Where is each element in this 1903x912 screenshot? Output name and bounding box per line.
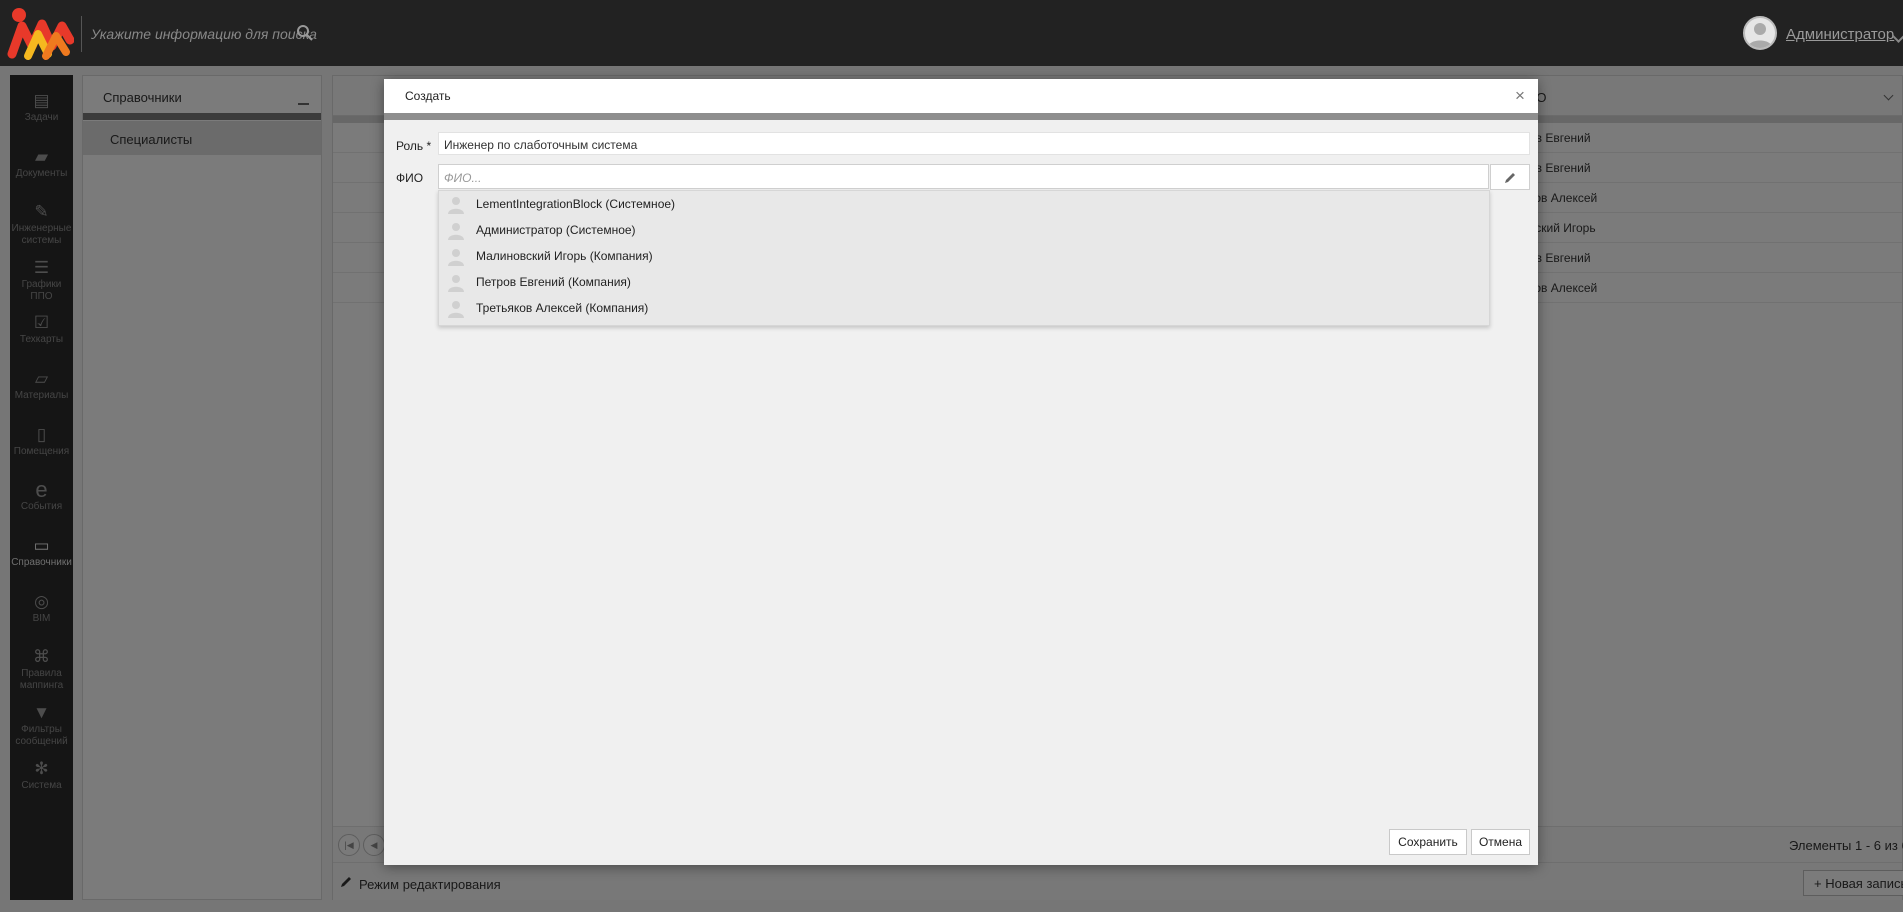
dialog-title: Создать (405, 89, 451, 103)
role-field[interactable]: Инженер по слаботочным система (438, 132, 1530, 155)
fio-dropdown: LementIntegrationBlock (Системное) Админ… (438, 190, 1490, 326)
user-silhouette-icon (1748, 23, 1772, 48)
top-bar: Укажите информацию для поиска Администра… (0, 0, 1903, 66)
fio-option-label: Третьяков Алексей (Компания) (476, 301, 649, 315)
fio-option-label: LementIntegrationBlock (Системное) (476, 197, 676, 211)
pencil-icon (1505, 173, 1515, 183)
fio-field[interactable]: ФИО... (438, 164, 1489, 189)
cancel-button[interactable]: Отмена (1471, 829, 1530, 855)
fio-edit-button[interactable] (1490, 164, 1530, 190)
fio-option[interactable]: Администратор (Системное) (439, 217, 1489, 243)
close-icon[interactable]: × (1515, 87, 1525, 104)
fio-option[interactable]: Малиновский Игорь (Компания) (439, 243, 1489, 269)
fio-option[interactable]: Третьяков Алексей (Компания) (439, 295, 1489, 321)
create-dialog: Создать × Роль * Инженер по слаботочным … (384, 79, 1538, 865)
fio-label: ФИО (396, 171, 424, 185)
user-avatar-icon (448, 197, 464, 214)
user-avatar-icon (448, 275, 464, 292)
fio-option[interactable]: Петров Евгений (Компания) (439, 269, 1489, 295)
dialog-header: Создать × (384, 79, 1538, 113)
user-avatar-icon (448, 223, 464, 240)
app-logo[interactable] (6, 6, 74, 62)
save-button[interactable]: Сохранить (1389, 829, 1467, 855)
role-label: Роль * (396, 139, 432, 153)
user-avatar-icon (448, 301, 464, 318)
search-input[interactable]: Укажите информацию для поиска (91, 26, 317, 42)
user-avatar[interactable] (1743, 16, 1777, 50)
divider (384, 113, 1538, 120)
user-avatar-icon (448, 249, 464, 266)
user-name-link[interactable]: Администратор (1786, 26, 1894, 43)
fio-option-label: Малиновский Игорь (Компания) (476, 249, 653, 263)
fio-option[interactable]: LementIntegrationBlock (Системное) (439, 191, 1489, 217)
search-icon[interactable] (296, 24, 314, 42)
divider (81, 16, 82, 52)
fio-option-label: Петров Евгений (Компания) (476, 275, 631, 289)
fio-option-label: Администратор (Системное) (476, 223, 636, 237)
